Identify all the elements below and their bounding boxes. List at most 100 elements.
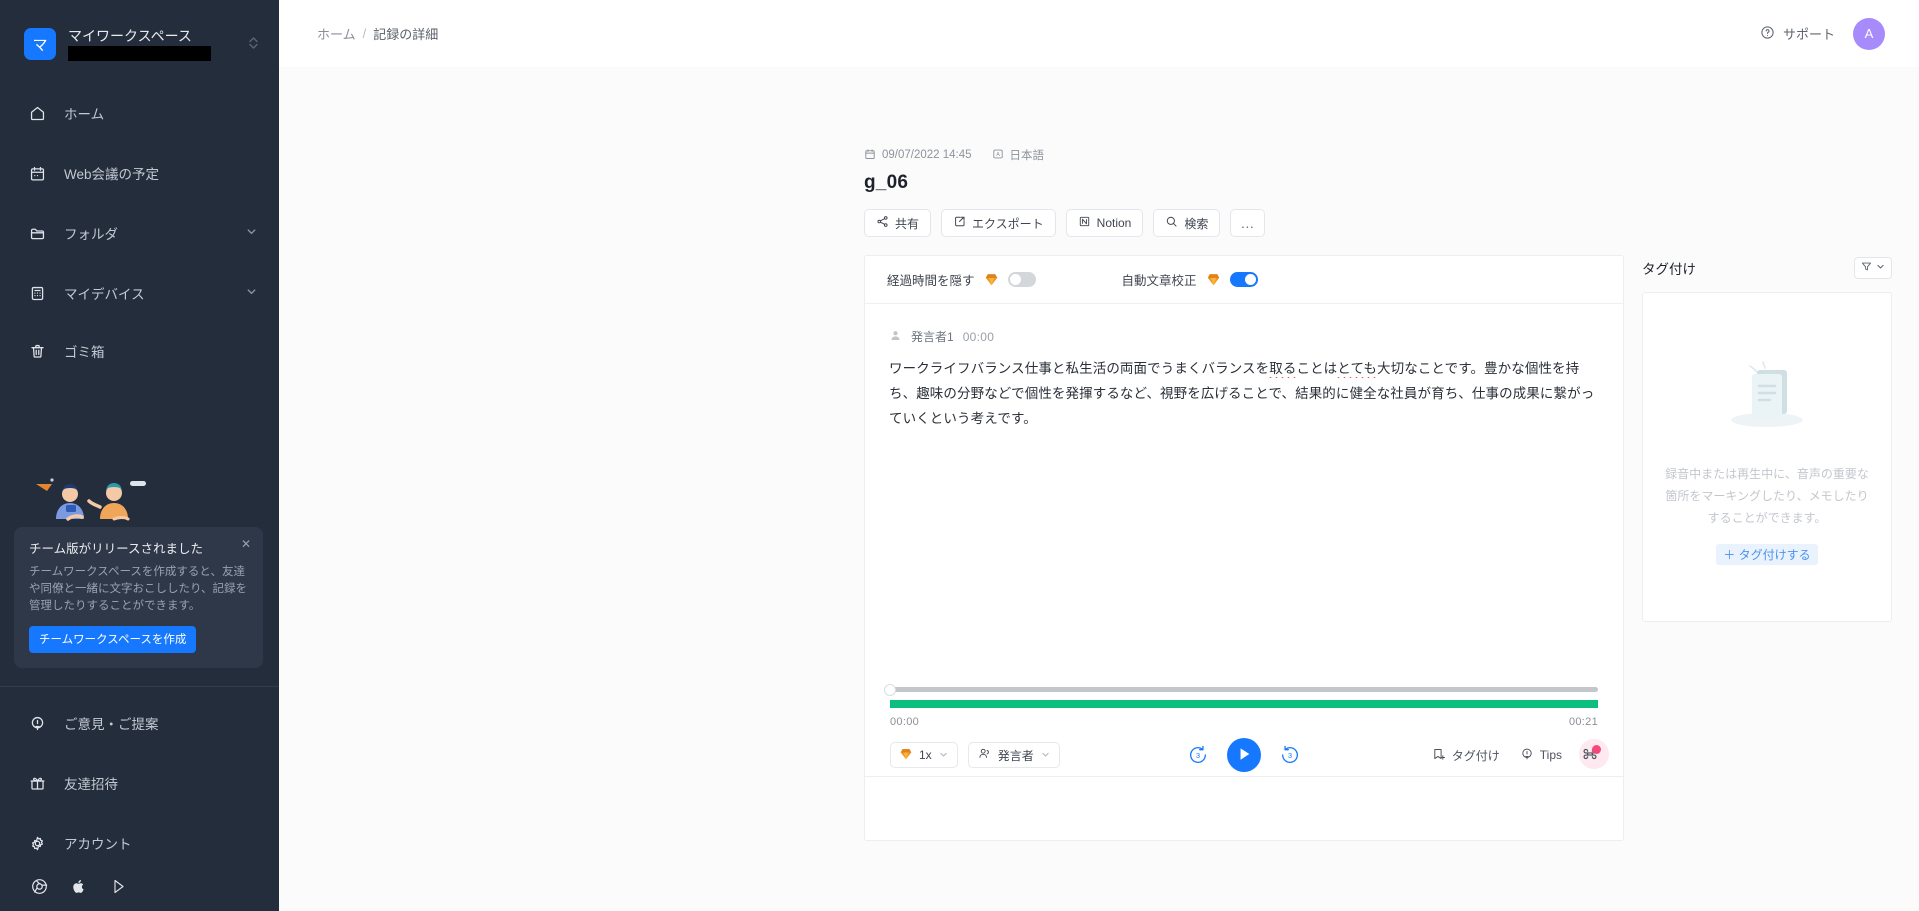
promo-body: チームワークスペースを作成すると、友達や同僚と一緒に文字おこししたり、記録を管理… bbox=[29, 566, 248, 612]
question-circle-icon bbox=[1760, 25, 1775, 43]
trash-icon bbox=[27, 341, 47, 361]
search-button[interactable]: 検索 bbox=[1153, 209, 1221, 237]
sidebar-item-label: ご意見・ご提案 bbox=[64, 717, 159, 732]
playback-speed-label: 1x bbox=[919, 748, 932, 762]
sidebar-item-account[interactable]: アカウント bbox=[0, 823, 279, 863]
workspace-logo: マ bbox=[24, 28, 56, 60]
toggle-knob bbox=[1244, 274, 1256, 285]
play-icon bbox=[1238, 747, 1251, 764]
progress-track[interactable] bbox=[884, 684, 1598, 696]
add-tag-player-button[interactable]: タグ付け bbox=[1432, 747, 1500, 764]
workspace-header[interactable]: マ マイワークスペース bbox=[0, 0, 279, 66]
document-language: A 日本語 bbox=[992, 147, 1044, 163]
avatar[interactable]: A bbox=[1853, 17, 1885, 50]
sidebar-item-trash[interactable]: ゴミ箱 bbox=[0, 331, 279, 371]
svg-text:3: 3 bbox=[1196, 751, 1200, 760]
play-button[interactable] bbox=[1227, 738, 1261, 772]
chrome-icon[interactable] bbox=[30, 877, 48, 895]
sidebar-footer: ご意見・ご提案 友達招待 アカウント bbox=[0, 686, 279, 911]
support-button[interactable]: サポート bbox=[1760, 24, 1835, 43]
create-team-workspace-button[interactable]: チームワークスペースを作成 bbox=[29, 626, 197, 653]
speaker-timestamp[interactable]: 00:00 bbox=[963, 330, 995, 344]
breadcrumb-current: 記録の詳細 bbox=[373, 27, 439, 42]
sidebar-item-label: アカウント bbox=[64, 837, 132, 852]
rewind-3s-button[interactable]: 3 bbox=[1187, 744, 1209, 766]
google-play-icon[interactable] bbox=[110, 877, 128, 895]
export-button[interactable]: エクスポート bbox=[941, 209, 1056, 237]
nav-divider bbox=[0, 313, 279, 331]
chevron-up-down-icon[interactable] bbox=[242, 36, 259, 53]
gear-icon bbox=[27, 833, 47, 853]
chevron-down-icon[interactable] bbox=[246, 286, 257, 300]
share-icon bbox=[876, 215, 889, 231]
tags-filter-button[interactable] bbox=[1854, 257, 1892, 279]
share-button[interactable]: 共有 bbox=[864, 209, 932, 237]
people-icon bbox=[978, 747, 991, 763]
promo-illustration bbox=[0, 455, 279, 527]
tag-add-icon bbox=[1432, 747, 1446, 764]
lightbulb-pin-icon bbox=[27, 713, 47, 733]
promo-title: チーム版がリリースされました bbox=[29, 542, 204, 556]
auto-proofread-group: 自動文章校正 bbox=[1122, 270, 1258, 289]
document-date-text: 09/07/2022 14:45 bbox=[882, 149, 972, 161]
total-time: 00:21 bbox=[1568, 716, 1598, 728]
tips-button[interactable]: Tips bbox=[1520, 747, 1562, 764]
search-label: 検索 bbox=[1184, 216, 1209, 231]
progress-bar[interactable] bbox=[884, 684, 1598, 713]
workspace-redacted-bar bbox=[68, 45, 211, 61]
document-date: 09/07/2022 14:45 bbox=[864, 148, 972, 163]
speaker-name[interactable]: 発言者1 bbox=[911, 328, 954, 345]
sidebar-item-label: 友達招待 bbox=[64, 777, 118, 792]
chevron-down-icon[interactable] bbox=[246, 226, 257, 240]
language-icon: A bbox=[992, 148, 1004, 163]
sidebar-item-label: フォルダ bbox=[64, 227, 118, 242]
playback-speed-button[interactable]: 1x bbox=[890, 742, 958, 768]
sidebar-item-home[interactable]: ホーム bbox=[0, 93, 279, 133]
transcript-text-part2: ことは bbox=[1296, 361, 1338, 376]
person-icon bbox=[889, 329, 902, 345]
notion-button[interactable]: Notion bbox=[1065, 209, 1144, 237]
document-meta: 09/07/2022 14:45 A 日本語 bbox=[864, 147, 1919, 163]
main-area: ホーム / 記録の詳細 サポート A 09/07/2022 14:45 A 日本… bbox=[279, 0, 1919, 911]
sidebar-item-web-meeting[interactable]: Web会議の予定 bbox=[0, 153, 279, 193]
top-bar: ホーム / 記録の詳細 サポート A bbox=[279, 0, 1919, 67]
toggle-knob bbox=[1009, 274, 1021, 285]
chevron-down-icon bbox=[1041, 750, 1050, 761]
sidebar-item-label: ゴミ箱 bbox=[64, 345, 105, 360]
more-options-button[interactable]: … bbox=[1230, 209, 1266, 237]
sidebar-item-folder[interactable]: フォルダ bbox=[0, 213, 279, 253]
add-tag-button[interactable]: ＋ タグ付けする bbox=[1716, 543, 1818, 565]
sidebar-item-feedback[interactable]: ご意見・ご提案 bbox=[0, 703, 279, 743]
progress-knob[interactable] bbox=[884, 684, 896, 696]
auto-proofread-toggle[interactable] bbox=[1229, 272, 1258, 287]
transcript-text[interactable]: ワークライフバランス仕事と私生活の両面でうまくバランスを取ることはとても大切なこ… bbox=[889, 356, 1599, 431]
player-controls: 1x 発言者 3 3 タグ付け Tips bbox=[890, 738, 1609, 772]
divider bbox=[0, 686, 279, 687]
forward-3s-button[interactable]: 3 bbox=[1279, 744, 1301, 766]
transcript-toolbar: 経過時間を隠す 自動文章校正 bbox=[865, 256, 1623, 304]
store-links bbox=[0, 863, 279, 911]
player-right-actions: タグ付け Tips bbox=[1432, 738, 1609, 769]
transcript-spellcheck-1: 取る bbox=[1269, 361, 1297, 378]
svg-text:3: 3 bbox=[1288, 751, 1292, 760]
sidebar-item-my-devices[interactable]: マイデバイス bbox=[0, 273, 279, 313]
apple-icon[interactable] bbox=[70, 877, 88, 895]
tags-empty-text: 録音中または再生中に、音声の重要な箇所をマーキングしたり、メモしたりすることがで… bbox=[1665, 466, 1869, 525]
tips-label: Tips bbox=[1539, 748, 1562, 762]
app-root: マ マイワークスペース ホーム Web会議の予定 フォルダ マイデバイス ゴミ箱… bbox=[0, 0, 1919, 911]
sidebar-footer-nav: ご意見・ご提案 友達招待 アカウント bbox=[0, 703, 279, 863]
sidebar-nav: ホーム Web会議の予定 フォルダ マイデバイス ゴミ箱 bbox=[0, 93, 279, 371]
close-icon[interactable]: ✕ bbox=[241, 538, 251, 550]
waveform-bar bbox=[890, 700, 1598, 708]
notion-label: Notion bbox=[1096, 216, 1132, 230]
breadcrumb-home[interactable]: ホーム bbox=[317, 24, 356, 43]
speaker-filter-button[interactable]: 発言者 bbox=[967, 742, 1060, 768]
add-tag-player-label: タグ付け bbox=[1451, 748, 1500, 763]
svg-text:A: A bbox=[996, 151, 1000, 157]
keyboard-shortcut-button[interactable] bbox=[1579, 738, 1609, 769]
notion-icon bbox=[1078, 215, 1091, 231]
chevron-down-icon bbox=[1876, 262, 1885, 274]
search-icon bbox=[1165, 215, 1178, 231]
hide-elapsed-toggle[interactable] bbox=[1007, 272, 1036, 287]
sidebar-item-invite[interactable]: 友達招待 bbox=[0, 763, 279, 803]
